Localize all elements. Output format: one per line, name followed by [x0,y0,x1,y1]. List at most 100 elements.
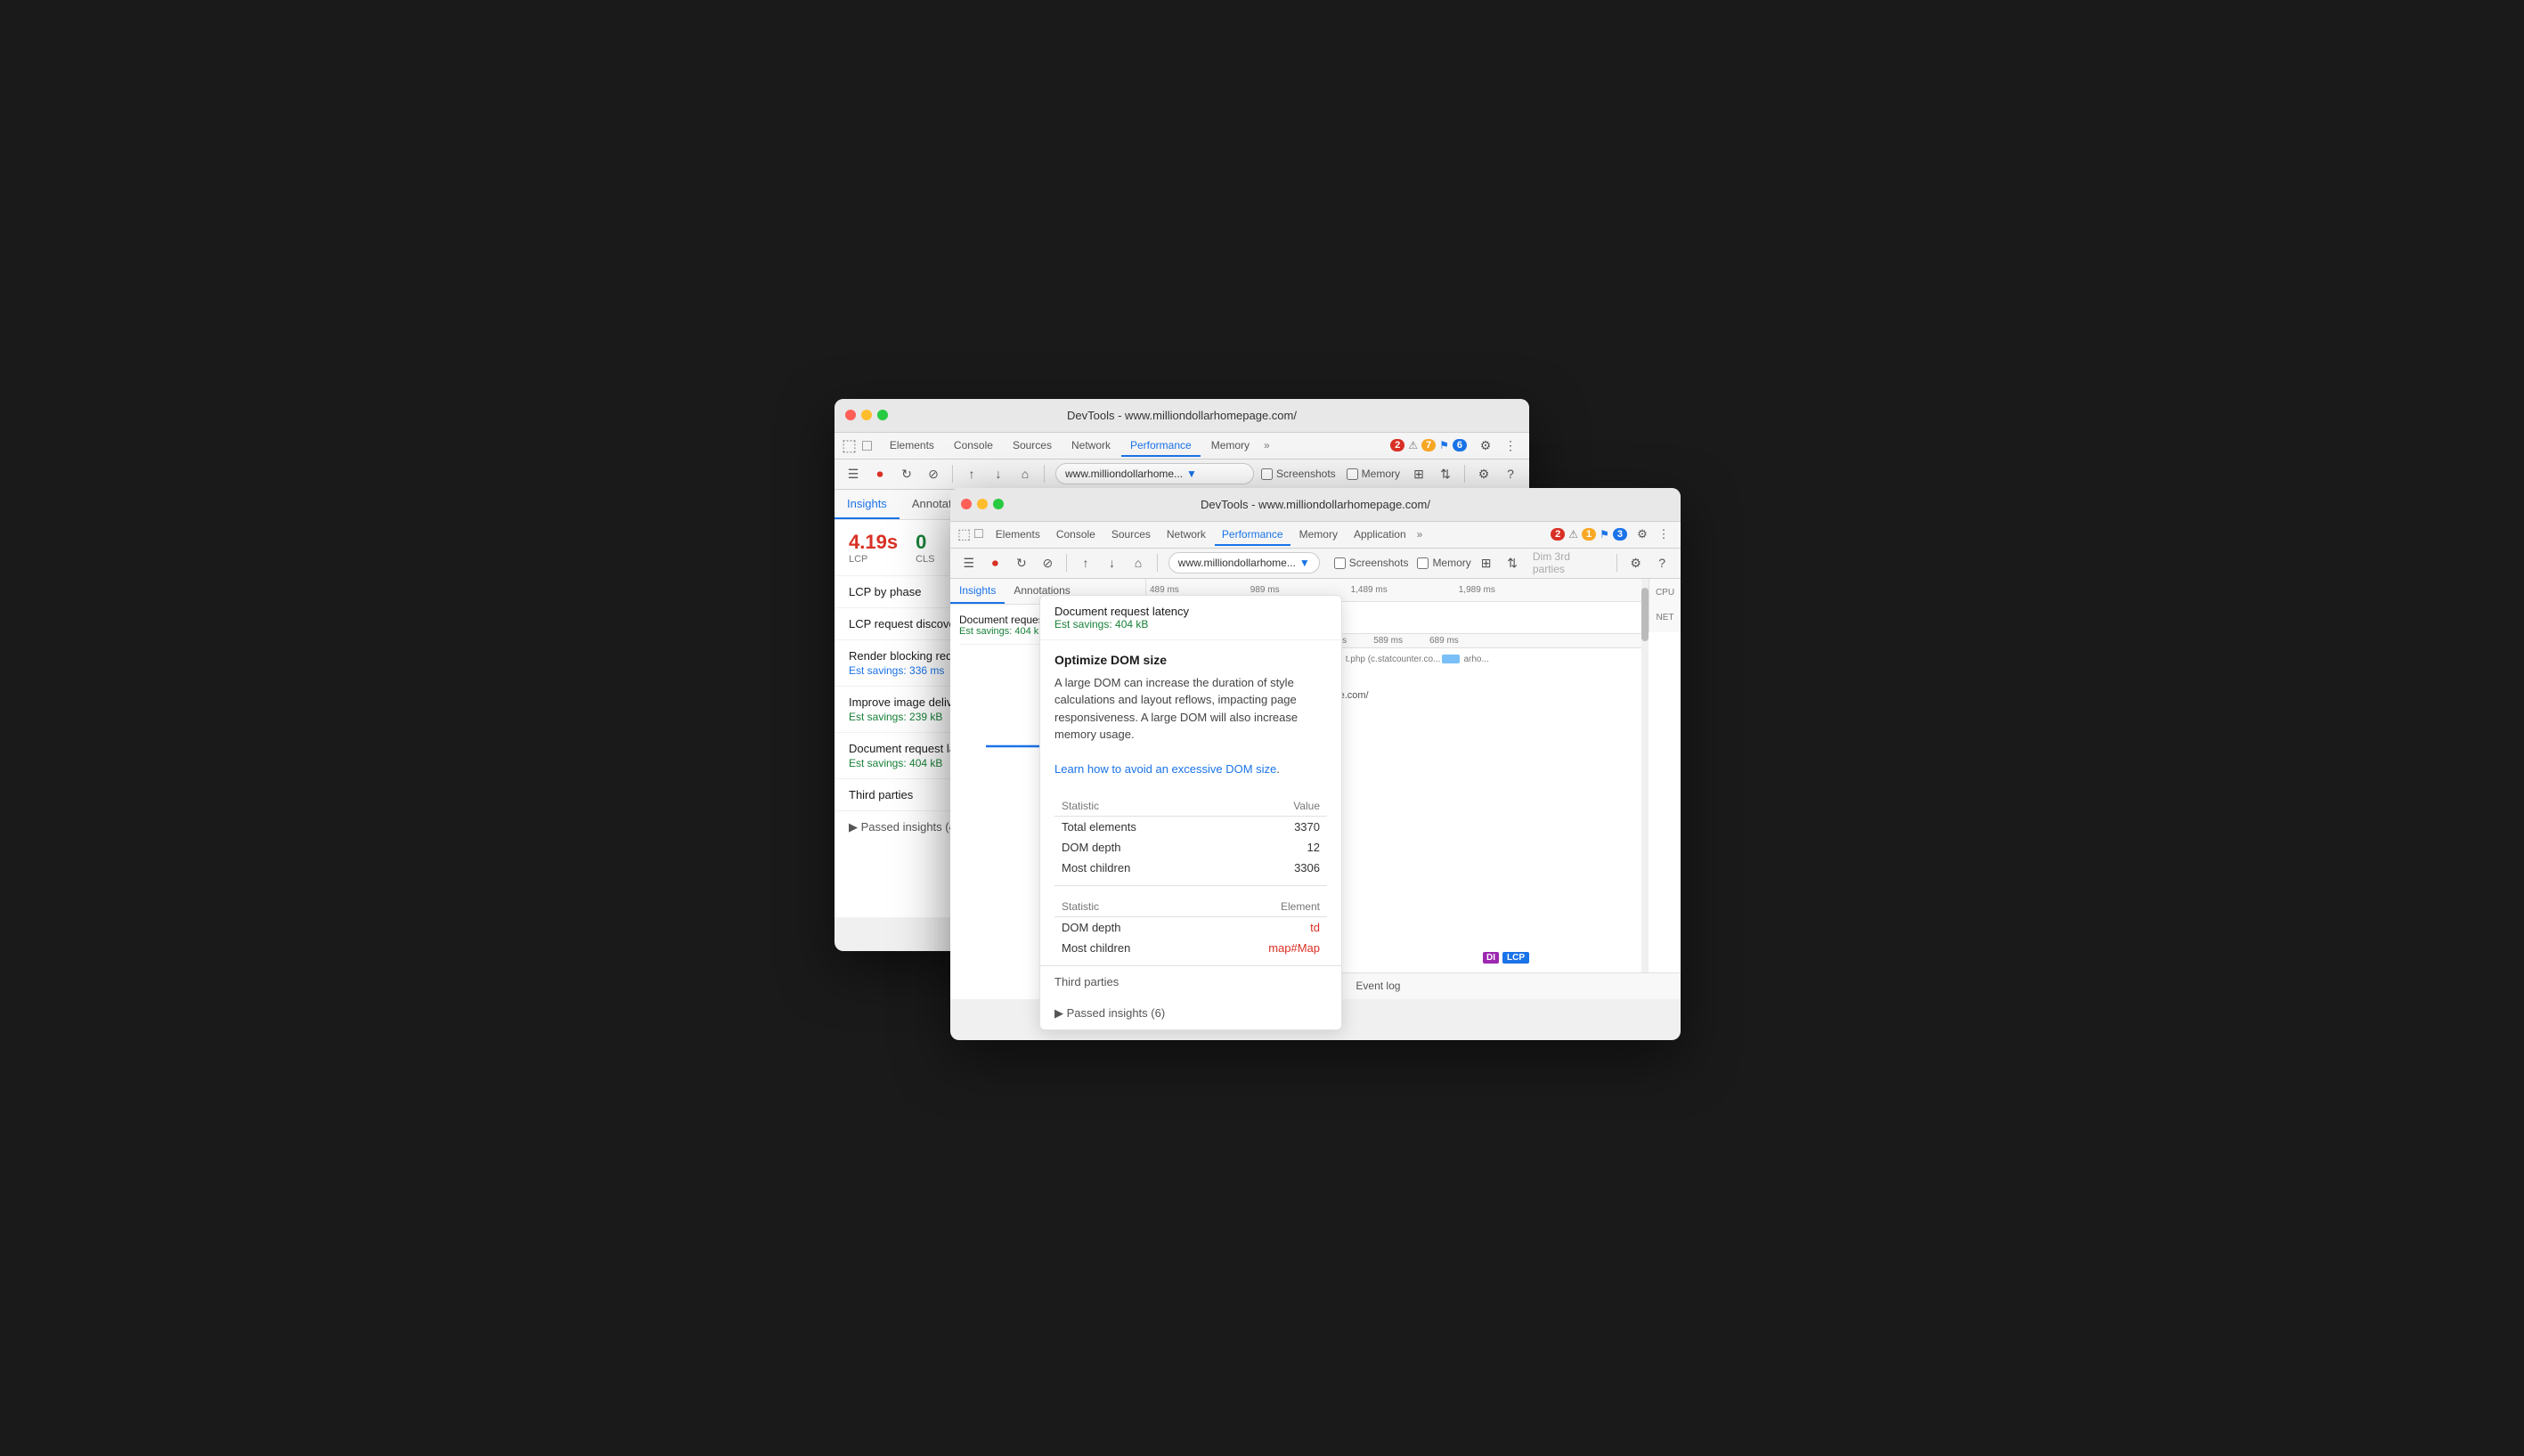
col-statistic-2: Statistic [1054,897,1207,917]
more-tabs-back[interactable]: » [1264,439,1270,451]
screenshots-checkbox-front[interactable] [1334,557,1346,569]
tab-console-front[interactable]: Console [1049,525,1103,546]
front-minimize-button[interactable] [977,499,988,509]
popup-passed-insights[interactable]: ▶ Passed insights (6) [1040,997,1341,1029]
more-btn-front[interactable]: ⋮ [1654,525,1673,544]
reload-back[interactable]: ↻ [895,462,918,485]
sep3 [1464,465,1465,483]
table-row-depth: DOM depth 12 [1054,837,1327,858]
sidebar-toggle-front[interactable]: ☰ [957,551,981,574]
popup-doc-request[interactable]: Document request latency Est savings: 40… [1040,596,1341,640]
help-front[interactable]: ? [1650,551,1673,574]
record-back[interactable]: ⏺ [868,462,892,485]
dim-3rd-parties[interactable]: Dim 3rd parties [1533,550,1604,575]
lcp-label-back: LCP [849,554,898,565]
maximize-button[interactable] [877,410,888,420]
info-badge-back: 6 [1453,439,1467,451]
memory-checkbox-back[interactable] [1347,468,1358,480]
cls-value-back: 0 [916,531,934,554]
error-badge-back: 2 [1390,439,1404,451]
tab-console-back[interactable]: Console [945,435,1002,457]
info-badge-front: 3 [1613,528,1627,541]
table-row-depth-el: DOM depth td [1054,916,1327,938]
optimize-dom-title: Optimize DOM size [1054,653,1327,674]
tab-application-front[interactable]: Application [1347,525,1413,546]
stat-most-children: Most children [1054,858,1242,878]
network-conditions-back[interactable]: ⇅ [1434,462,1457,485]
cpu-label: CPU [1656,588,1674,598]
el-dom-depth: td [1207,916,1327,938]
home-front[interactable]: ⌂ [1127,551,1150,574]
back-perf-toolbar: ☰ ⏺ ↻ ⊘ ↑ ↓ ⌂ www.milliondollarhome... ▼… [835,460,1529,490]
tab-performance-front[interactable]: Performance [1215,525,1290,546]
front-dev-tabs: ⬚ □ Elements Console Sources Network Per… [950,522,1681,549]
tab-sources-front[interactable]: Sources [1104,525,1158,546]
download-back[interactable]: ↓ [987,462,1010,485]
screenshots-checkbox-back[interactable] [1261,468,1273,480]
warn-badge-back: 7 [1421,439,1436,451]
el-most-children: map#Map [1207,938,1327,958]
more-btn-back[interactable]: ⋮ [1499,434,1522,457]
cursor-icon-front: ⬚ [957,525,971,543]
url-text-front: www.milliondollarhome... [1178,557,1296,569]
network-conditions-front[interactable]: ⇅ [1501,551,1524,574]
tick-589: 589 ms [1373,636,1403,646]
tab-sources-back[interactable]: Sources [1004,435,1061,457]
dom-learn-link[interactable]: Learn how to avoid an excessive DOM size [1054,762,1276,776]
front-ruler-489: 489 ms [1150,585,1179,595]
insights-tab-back[interactable]: Insights [835,490,900,519]
front-ruler-1989: 1,989 ms [1459,585,1495,595]
screenshots-check-front[interactable]: Screenshots [1334,557,1409,569]
download-front[interactable]: ↓ [1101,551,1124,574]
help-back[interactable]: ? [1499,462,1522,485]
reload-front[interactable]: ↻ [1010,551,1033,574]
col-element-2: Element [1207,897,1327,917]
stop-back[interactable]: ⊘ [922,462,945,485]
tab-network-back[interactable]: Network [1063,435,1120,457]
settings-btn-back[interactable]: ⚙ [1474,434,1497,457]
col-statistic-1: Statistic [1054,796,1242,817]
tab-memory-back[interactable]: Memory [1202,435,1258,457]
memory-check-back[interactable]: Memory [1347,468,1400,480]
event-log-tab-front[interactable]: Event log [1347,976,1409,997]
lcp-value-back: 4.19s [849,531,898,554]
settings-btn-front[interactable]: ⚙ [1632,525,1652,544]
cls-label-back: CLS [916,554,934,565]
settings2-front[interactable]: ⚙ [1624,551,1648,574]
upload-back[interactable]: ↑ [960,462,983,485]
warn-badge-front: 1 [1582,528,1596,541]
stat-total-elements: Total elements [1054,816,1242,837]
optimize-dom-desc: A large DOM can increase the duration of… [1054,674,1327,785]
popup-third-parties[interactable]: Third parties [1040,965,1341,997]
url-bar-front[interactable]: www.milliondollarhome... ▼ [1168,552,1320,573]
record-front[interactable]: ⏺ [984,551,1007,574]
screenshots-check-back[interactable]: Screenshots [1261,468,1336,480]
insights-tab-front[interactable]: Insights [950,579,1005,604]
info-icon-back: ⚑ [1439,439,1449,451]
url-bar-back[interactable]: www.milliondollarhome... ▼ [1055,463,1254,484]
tab-elements-back[interactable]: Elements [881,435,943,457]
front-close-button[interactable] [961,499,972,509]
sidebar-toggle-back[interactable]: ☰ [842,462,865,485]
tab-elements-front[interactable]: Elements [989,525,1047,546]
url-text-back: www.milliondollarhome... [1065,468,1183,480]
popup-doc-savings: Est savings: 404 kB [1054,618,1327,630]
more-tabs-front[interactable]: » [1417,528,1423,541]
tab-performance-back[interactable]: Performance [1121,435,1201,457]
stop-front[interactable]: ⊘ [1037,551,1060,574]
cpu-profile-btn-front[interactable]: ⊞ [1475,551,1498,574]
scrollbar-front[interactable] [1641,579,1649,972]
settings2-back[interactable]: ⚙ [1472,462,1495,485]
scrollbar-thumb-front[interactable] [1641,588,1649,641]
front-maximize-button[interactable] [993,499,1004,509]
memory-checkbox-front[interactable] [1417,557,1429,569]
val-total-elements: 3370 [1242,816,1327,837]
close-button[interactable] [845,410,856,420]
cpu-profile-btn-back[interactable]: ⊞ [1407,462,1430,485]
home-back[interactable]: ⌂ [1014,462,1037,485]
tab-memory-front[interactable]: Memory [1292,525,1345,546]
tab-network-front[interactable]: Network [1160,525,1213,546]
minimize-button[interactable] [861,410,872,420]
upload-front[interactable]: ↑ [1074,551,1097,574]
memory-check-front[interactable]: Memory [1417,557,1470,569]
